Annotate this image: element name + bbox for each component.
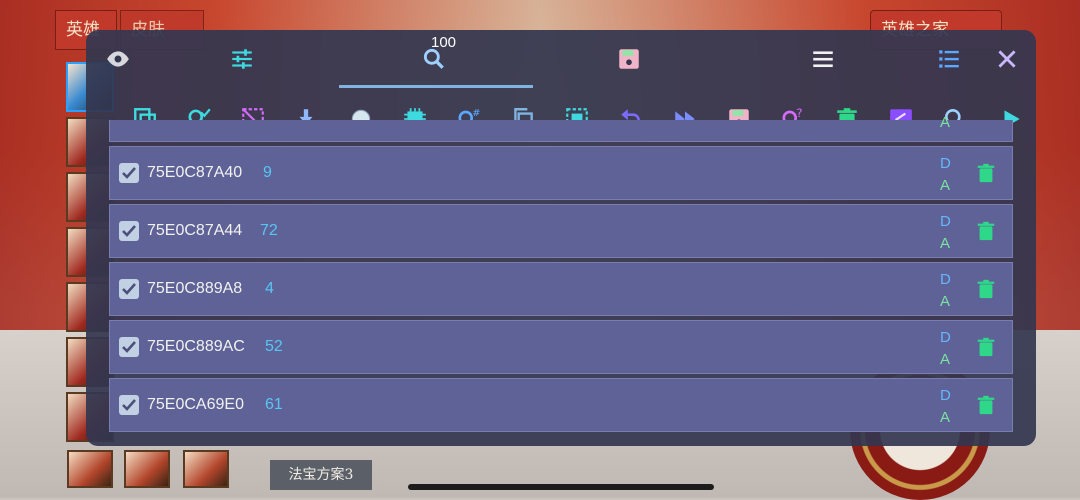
trash-icon[interactable] <box>975 161 997 185</box>
flag-a: A <box>940 114 951 131</box>
save-icon[interactable] <box>614 44 644 74</box>
row-value[interactable]: 72 <box>260 222 278 240</box>
list-item-partial: A <box>109 114 1013 142</box>
row-checkbox[interactable] <box>119 395 139 415</box>
flag-d: D <box>940 387 951 404</box>
list-item[interactable]: 75E0CA69E0 61 D A <box>109 378 1013 432</box>
active-tab-indicator <box>339 85 533 88</box>
trash-icon[interactable] <box>975 277 997 301</box>
flag-a: A <box>940 293 951 310</box>
row-address: 75E0CA69E0 <box>147 396 244 413</box>
artifact-portrait[interactable] <box>67 450 113 488</box>
list-icon[interactable] <box>934 44 964 74</box>
eye-icon[interactable] <box>103 44 133 74</box>
results-list: A 75E0C87A40 9 D A 75E0C87A44 72 D A 75E… <box>109 114 1013 446</box>
trash-icon[interactable] <box>975 219 997 243</box>
row-value[interactable]: 4 <box>265 280 274 298</box>
row-checkbox[interactable] <box>119 279 139 299</box>
row-value[interactable]: 61 <box>265 396 283 414</box>
flag-a: A <box>940 177 951 194</box>
svg-text:#: # <box>472 108 480 119</box>
trash-icon[interactable] <box>975 393 997 417</box>
list-item[interactable]: 75E0C889AC 52 D A <box>109 320 1013 374</box>
list-item[interactable]: 75E0C87A40 9 D A <box>109 146 1013 200</box>
trash-icon[interactable] <box>975 335 997 359</box>
memory-editor-panel: 100 # ? A 75E0C87A40 9 D A 75E0C87A44 72… <box>86 30 1036 446</box>
artifact-portrait[interactable] <box>183 450 229 488</box>
row-address: 75E0C889AC <box>147 338 245 355</box>
flag-a: A <box>940 235 951 252</box>
flag-d: D <box>940 271 951 288</box>
row-checkbox[interactable] <box>119 337 139 357</box>
sliders-icon[interactable] <box>227 44 257 74</box>
flag-a: A <box>940 351 951 368</box>
row-checkbox[interactable] <box>119 163 139 183</box>
artifact-plan-label[interactable]: 法宝方案3 <box>270 460 372 490</box>
flag-d: D <box>940 155 951 172</box>
list-item[interactable]: 75E0C889A8 4 D A <box>109 262 1013 316</box>
row-value[interactable]: 9 <box>263 164 272 182</box>
menu-icon[interactable] <box>808 44 838 74</box>
row-value[interactable]: 52 <box>265 338 283 356</box>
row-address: 75E0C889A8 <box>147 280 243 297</box>
flag-a: A <box>940 409 951 426</box>
search-result-count: 100 <box>431 34 457 51</box>
row-address: 75E0C87A40 <box>147 164 243 181</box>
flag-d: D <box>940 329 951 346</box>
flag-d: D <box>940 213 951 230</box>
panel-top-bar: 100 <box>86 30 1036 88</box>
row-address: 75E0C87A44 <box>147 222 243 239</box>
close-icon[interactable] <box>992 44 1022 74</box>
svg-text:?: ? <box>796 106 802 120</box>
list-item[interactable]: 75E0C87A44 72 D A <box>109 204 1013 258</box>
row-checkbox[interactable] <box>119 221 139 241</box>
artifact-portrait[interactable] <box>124 450 170 488</box>
home-indicator[interactable] <box>408 484 714 490</box>
